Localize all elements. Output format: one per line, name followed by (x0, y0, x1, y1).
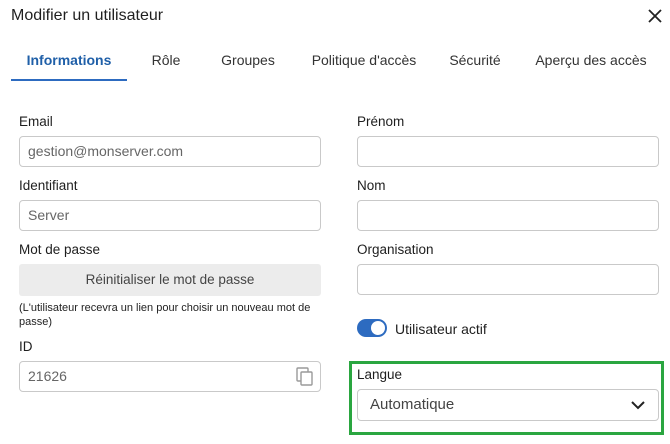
id-value: 21626 (28, 368, 67, 384)
reset-password-note: (L'utilisateur recevra un lien pour choi… (19, 302, 311, 328)
tab-role[interactable]: Rôle (141, 44, 191, 81)
tab-politique-acces[interactable]: Politique d'accès (303, 44, 425, 81)
prenom-field[interactable] (357, 136, 659, 167)
chevron-down-icon (631, 401, 645, 410)
reset-password-button[interactable]: Réinitialiser le mot de passe (19, 264, 321, 296)
organisation-field[interactable] (357, 264, 659, 295)
language-selected-value: Automatique (370, 396, 455, 413)
prenom-label: Prénom (357, 114, 405, 129)
organisation-label: Organisation (357, 242, 434, 257)
nom-field[interactable] (357, 200, 659, 231)
email-label: Email (19, 114, 53, 129)
language-select[interactable]: Automatique (357, 389, 659, 421)
tab-informations[interactable]: Informations (11, 44, 127, 81)
toggle-knob (371, 321, 385, 335)
tab-apercu-acces[interactable]: Aperçu des accès (529, 44, 653, 81)
password-label: Mot de passe (19, 242, 101, 257)
identifiant-field[interactable]: Server (19, 200, 321, 231)
tab-groupes[interactable]: Groupes (212, 44, 284, 81)
email-field[interactable]: gestion@monserver.com (19, 136, 321, 167)
active-user-label: Utilisateur actif (395, 321, 487, 337)
id-field: 21626 (19, 361, 321, 392)
tab-bar: Informations Rôle Groupes Politique d'ac… (11, 44, 661, 81)
active-user-toggle[interactable] (357, 319, 387, 337)
close-icon[interactable] (645, 6, 665, 26)
nom-label: Nom (357, 178, 386, 193)
id-label: ID (19, 339, 33, 354)
dialog-title: Modifier un utilisateur (11, 7, 164, 24)
langue-label: Langue (357, 367, 403, 382)
copy-icon[interactable] (296, 367, 314, 387)
identifiant-label: Identifiant (19, 178, 78, 193)
tab-securite[interactable]: Sécurité (443, 44, 507, 81)
